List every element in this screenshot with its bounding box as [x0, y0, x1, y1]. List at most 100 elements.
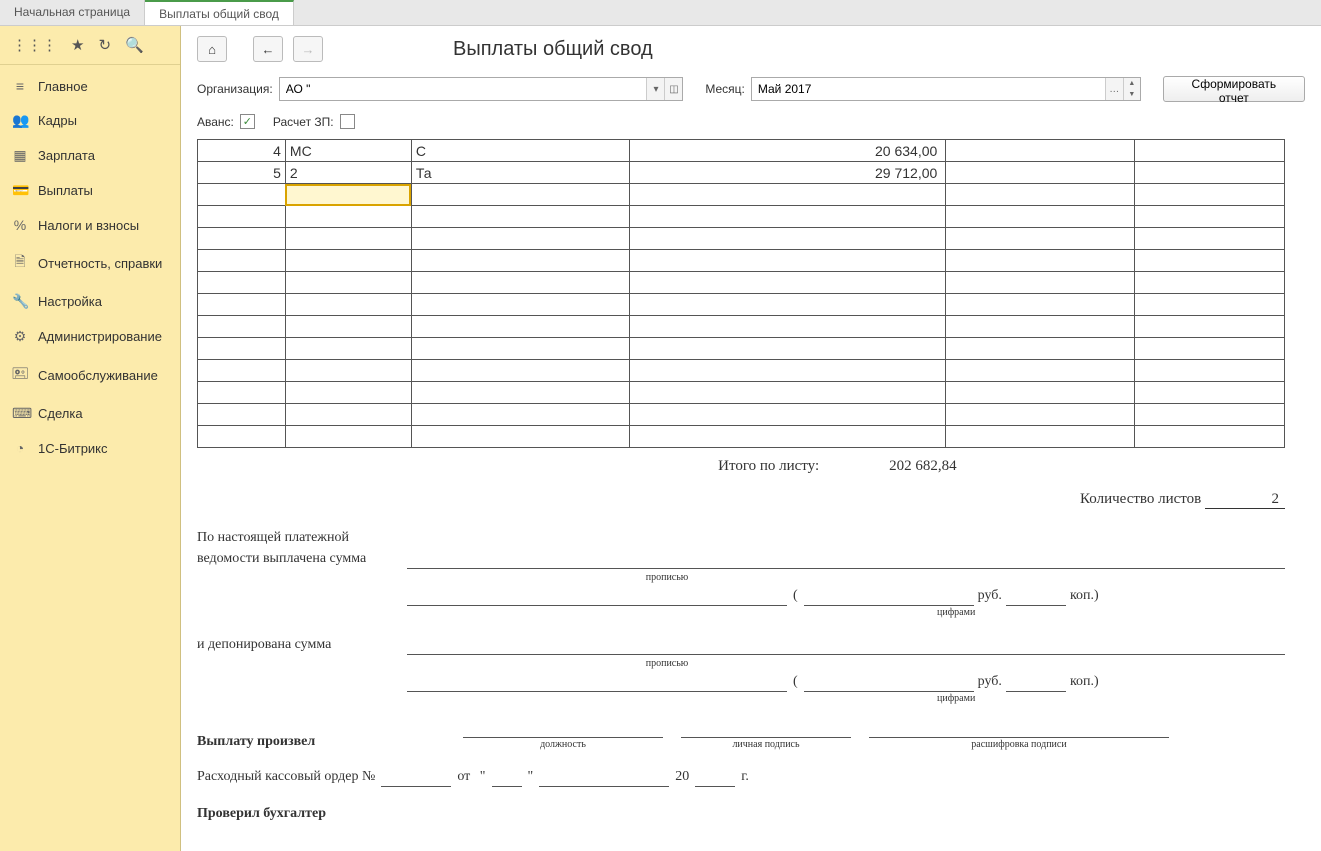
cell-e[interactable] [946, 294, 1135, 316]
cell-sum[interactable] [629, 184, 946, 206]
home-button[interactable]: ⌂ [197, 36, 227, 62]
open-icon[interactable]: ◫ [664, 78, 682, 100]
cell-sum[interactable] [629, 294, 946, 316]
cell-f[interactable] [1135, 316, 1285, 338]
cell-b[interactable]: С [411, 140, 629, 162]
cell-f[interactable] [1135, 272, 1285, 294]
cell-b[interactable] [411, 360, 629, 382]
sidebar-item-8[interactable]: 🖭Самообслуживание [0, 354, 180, 396]
cell-sum[interactable] [629, 272, 946, 294]
raschet-checkbox[interactable] [340, 114, 355, 129]
cell-a[interactable] [285, 316, 411, 338]
cell-num[interactable] [198, 228, 286, 250]
cell-e[interactable] [946, 140, 1135, 162]
cell-a[interactable] [285, 360, 411, 382]
cell-a[interactable]: МС [285, 140, 411, 162]
cell-b[interactable] [411, 338, 629, 360]
org-select[interactable]: ▾ ◫ [279, 77, 684, 101]
cell-sum[interactable] [629, 316, 946, 338]
cell-e[interactable] [946, 360, 1135, 382]
data-table[interactable]: 4МСС20 634,0052Та29 712,00 [197, 139, 1285, 448]
cell-b[interactable] [411, 382, 629, 404]
cell-b[interactable] [411, 316, 629, 338]
cell-f[interactable] [1135, 250, 1285, 272]
cell-e[interactable] [946, 316, 1135, 338]
cell-e[interactable] [946, 228, 1135, 250]
cell-f[interactable] [1135, 382, 1285, 404]
cell-f[interactable] [1135, 228, 1285, 250]
sidebar-item-9[interactable]: ⌨Сделка [0, 396, 180, 431]
cell-num[interactable] [198, 338, 286, 360]
cell-f[interactable] [1135, 360, 1285, 382]
cell-sum[interactable] [629, 426, 946, 448]
cell-e[interactable] [946, 162, 1135, 184]
cell-e[interactable] [946, 250, 1135, 272]
cell-b[interactable] [411, 426, 629, 448]
cell-num[interactable] [198, 316, 286, 338]
sidebar-item-2[interactable]: ▦Зарплата [0, 138, 180, 173]
cell-b[interactable] [411, 294, 629, 316]
cell-a[interactable] [285, 338, 411, 360]
cell-b[interactable] [411, 228, 629, 250]
month-stepper[interactable]: ▲▼ [1123, 78, 1140, 100]
cell-a[interactable] [285, 272, 411, 294]
cell-e[interactable] [946, 382, 1135, 404]
apps-icon[interactable]: ⋮⋮⋮ [12, 36, 57, 54]
cell-a[interactable]: 2 [285, 162, 411, 184]
sidebar-item-7[interactable]: ⚙Администрирование [0, 319, 180, 354]
cell-num[interactable]: 4 [198, 140, 286, 162]
cell-e[interactable] [946, 426, 1135, 448]
cell-num[interactable] [198, 184, 286, 206]
cell-a[interactable] [285, 382, 411, 404]
cell-sum[interactable] [629, 338, 946, 360]
sidebar-item-3[interactable]: 💳Выплаты [0, 173, 180, 208]
cell-b[interactable] [411, 206, 629, 228]
cell-f[interactable] [1135, 140, 1285, 162]
star-icon[interactable]: ★ [71, 36, 84, 54]
cell-a[interactable] [285, 426, 411, 448]
cell-num[interactable] [198, 360, 286, 382]
dropdown-icon[interactable]: ▾ [646, 78, 664, 100]
generate-report-button[interactable]: Сформировать отчет [1163, 76, 1305, 102]
cell-f[interactable] [1135, 294, 1285, 316]
tab-home[interactable]: Начальная страница [0, 0, 145, 25]
cell-e[interactable] [946, 206, 1135, 228]
back-button[interactable]: ← [253, 36, 283, 62]
ellipsis-icon[interactable]: … [1105, 78, 1123, 100]
cell-a[interactable] [285, 294, 411, 316]
month-select[interactable]: … ▲▼ [751, 77, 1141, 101]
cell-sum[interactable] [629, 404, 946, 426]
cell-a[interactable] [285, 228, 411, 250]
sidebar-item-6[interactable]: 🔧Настройка [0, 284, 180, 319]
cell-num[interactable]: 5 [198, 162, 286, 184]
org-input[interactable] [280, 82, 647, 96]
cell-num[interactable] [198, 250, 286, 272]
sidebar-item-10[interactable]: ◔1С-Битрикс [0, 431, 180, 465]
cell-e[interactable] [946, 404, 1135, 426]
cell-a[interactable] [285, 404, 411, 426]
cell-b[interactable] [411, 184, 629, 206]
cell-a[interactable] [285, 184, 411, 206]
sidebar-item-1[interactable]: 👥Кадры [0, 103, 180, 138]
cell-b[interactable] [411, 250, 629, 272]
cell-num[interactable] [198, 382, 286, 404]
cell-f[interactable] [1135, 206, 1285, 228]
cell-b[interactable] [411, 272, 629, 294]
cell-b[interactable] [411, 404, 629, 426]
cell-a[interactable] [285, 250, 411, 272]
sidebar-item-4[interactable]: %Налоги и взносы [0, 208, 180, 242]
search-icon[interactable]: 🔍 [125, 36, 144, 54]
cell-sum[interactable] [629, 206, 946, 228]
cell-a[interactable] [285, 206, 411, 228]
cell-num[interactable] [198, 294, 286, 316]
cell-num[interactable] [198, 426, 286, 448]
cell-e[interactable] [946, 272, 1135, 294]
cell-num[interactable] [198, 272, 286, 294]
cell-f[interactable] [1135, 338, 1285, 360]
cell-num[interactable] [198, 404, 286, 426]
cell-f[interactable] [1135, 184, 1285, 206]
cell-sum[interactable]: 29 712,00 [629, 162, 946, 184]
month-input[interactable] [752, 82, 1105, 96]
sidebar-item-0[interactable]: ≡Главное [0, 69, 180, 103]
cell-num[interactable] [198, 206, 286, 228]
